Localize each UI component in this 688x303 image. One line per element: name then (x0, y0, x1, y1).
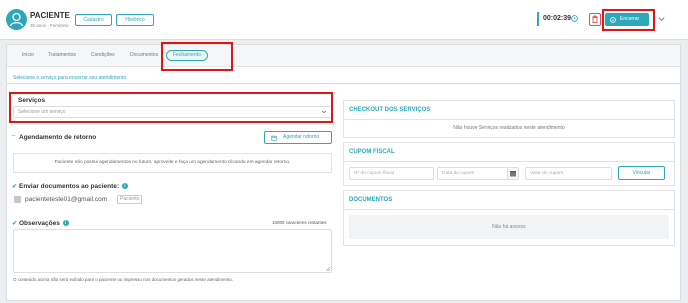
chevron-down-icon (321, 110, 327, 114)
calendar-icon (271, 135, 277, 141)
info-icon[interactable]: i (62, 220, 69, 226)
tab-bar: Início Tratamentos Condições Documentos … (7, 45, 680, 67)
schedule-return-button[interactable]: Agendar retorno (264, 131, 332, 144)
services-select[interactable]: Selecione um serviço (13, 106, 332, 118)
check-icon: ✔ (12, 221, 18, 227)
card-divider (344, 161, 674, 162)
end-session-label: Encerrar (620, 16, 640, 22)
email-tag: Paciente (117, 195, 143, 204)
tab-documentos[interactable]: Documentos (130, 50, 158, 61)
observations-textarea[interactable] (13, 229, 332, 273)
patient-name: PACIENTE (30, 11, 70, 20)
delete-button[interactable] (589, 13, 601, 26)
tab-fechamento[interactable]: Fechamento (166, 50, 208, 61)
tab-tratamentos[interactable]: Tratamentos (48, 50, 76, 61)
cadastro-button[interactable]: Cadastro (75, 14, 112, 26)
info-icon[interactable]: i (121, 183, 128, 189)
tab-condicoes[interactable]: Condições (91, 50, 115, 61)
schedule-return-label: Agendar retorno (283, 134, 320, 140)
patient-meta: 30 anos - Feminino (30, 23, 69, 28)
card-divider (344, 209, 674, 210)
calendar-icon (510, 171, 516, 177)
return-title: Agendamento de retorno (19, 134, 97, 141)
coupon-value-field[interactable]: Valor do cupom (525, 167, 612, 180)
timer-divider (537, 12, 539, 26)
historico-button[interactable]: Histórico (116, 14, 154, 26)
coupon-date-field[interactable]: Data do cupom (437, 167, 508, 180)
check-icon: ✔ (12, 184, 18, 190)
session-timer: 00:02:39 (543, 15, 572, 22)
user-avatar-icon (6, 9, 27, 30)
resize-handle-icon[interactable] (326, 267, 330, 271)
check-circle-icon (610, 16, 616, 23)
date-picker-button[interactable] (507, 167, 519, 180)
observations-title: Observações i (19, 220, 69, 227)
no-appointments-message: Paciente não possui agendamentos no futu… (13, 153, 332, 173)
chars-remaining: 10000 caracteres restantes (272, 220, 327, 225)
collapse-icon[interactable]: – (12, 133, 15, 139)
chevron-down-icon[interactable] (657, 15, 666, 23)
send-docs-label: Enviar documentos ao paciente: (19, 183, 120, 190)
coupon-number-field[interactable]: Nº do cupom fiscal (349, 167, 434, 180)
hint-text: Selecione o serviço para encerrar seu at… (13, 75, 127, 81)
end-session-button[interactable]: Encerrar (605, 13, 649, 26)
top-header: PACIENTE 30 anos - Feminino Cadastro His… (0, 0, 688, 40)
services-title: Serviços (18, 97, 46, 104)
email-checkbox[interactable] (14, 196, 21, 203)
card-divider (344, 119, 674, 120)
tab-inicio[interactable]: Início (22, 50, 34, 61)
coupon-title: CUPOM FISCAL (349, 149, 395, 155)
send-docs-title: Enviar documentos ao paciente: i (19, 183, 128, 190)
main-panel: Início Tratamentos Condições Documentos … (6, 44, 681, 301)
checkout-title: CHECKOUT DOS SERVIÇOS (349, 107, 431, 113)
documents-empty: Não há anexos (349, 215, 669, 239)
patient-email: pacienteteste01@gmail.com (25, 196, 108, 203)
documents-title: DOCUMENTOS (349, 197, 393, 203)
link-coupon-button[interactable]: Vincular (618, 166, 665, 180)
checkout-card: CHECKOUT DOS SERVIÇOS Não houve Serviços… (343, 100, 675, 138)
observations-footnote: O conteúdo acima não será exibido para o… (13, 277, 234, 282)
checkout-empty: Não houve Serviços realizados neste aten… (453, 125, 565, 131)
clock-icon (571, 15, 578, 22)
observations-label: Observações (19, 220, 60, 227)
trash-icon (592, 15, 598, 23)
hint-divider (7, 83, 680, 84)
services-select-placeholder: Selecione um serviço (18, 109, 66, 115)
